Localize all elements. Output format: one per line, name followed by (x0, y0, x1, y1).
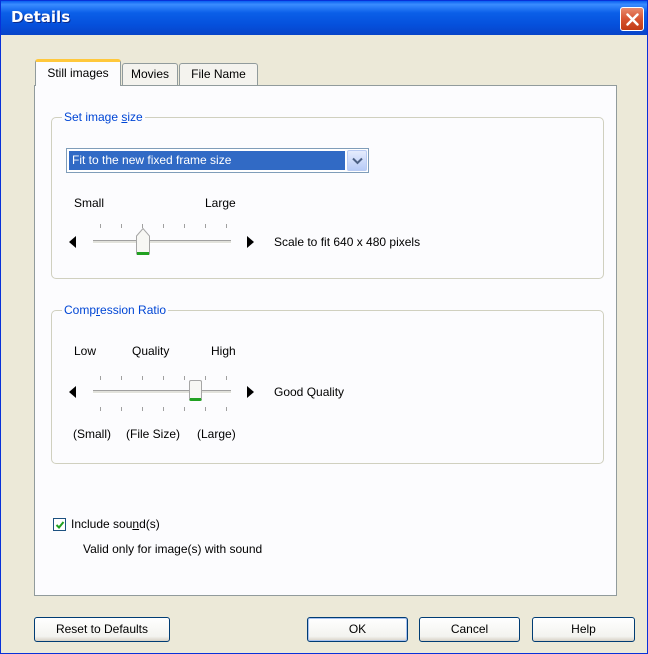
compression-slider-thumb[interactable] (189, 380, 202, 401)
compression-slider-tick (142, 376, 143, 380)
compression-large-label: (Large) (197, 427, 236, 441)
size-slider-tick (100, 224, 101, 228)
compression-slider-track[interactable] (93, 390, 231, 394)
ok-button[interactable]: OK (307, 617, 408, 642)
cancel-button-label: Cancel (450, 622, 489, 636)
tab-movies[interactable]: Movies (122, 63, 178, 85)
compression-slider-tick (226, 407, 227, 411)
close-button[interactable] (620, 7, 644, 31)
tab-file-name-label: File Name (191, 67, 246, 81)
compression-group-label: Compression Ratio (62, 303, 169, 317)
title-bar[interactable]: Details (1, 1, 647, 35)
compression-high-label: High (211, 344, 236, 358)
size-increase-arrow-icon[interactable] (247, 236, 254, 248)
tab-still-images[interactable]: Still images (35, 59, 121, 86)
compression-slider-tick (121, 407, 122, 411)
compression-decrease-arrow-icon[interactable] (69, 386, 76, 398)
compression-slider-tick (163, 407, 164, 411)
compression-slider-value: Good Quality (274, 385, 345, 399)
close-icon (626, 13, 639, 26)
size-slider-thumb[interactable] (135, 227, 151, 260)
details-dialog: Details Still images Movies File Name Se… (0, 0, 648, 654)
help-button[interactable]: Help (532, 617, 635, 642)
tab-movies-label: Movies (130, 67, 169, 81)
compression-slider-tick (226, 376, 227, 380)
include-sound-checkbox[interactable] (53, 518, 66, 531)
compression-quality-label: Quality (132, 344, 170, 358)
compression-slider-tick (184, 376, 185, 380)
checkmark-icon (55, 521, 65, 529)
compression-slider-tick (100, 407, 101, 411)
compression-slider-tick (205, 376, 206, 380)
size-slider-min-label: Small (74, 196, 105, 210)
slider-thumb-icon (136, 227, 150, 255)
compression-increase-arrow-icon[interactable] (247, 386, 254, 398)
ok-button-label: OK (348, 622, 367, 636)
size-slider-track[interactable] (93, 240, 231, 244)
tab-still-images-label: Still images (47, 66, 109, 80)
image-size-dropdown-value: Fit to the new fixed frame size (69, 151, 345, 170)
compression-low-label: Low (74, 344, 97, 358)
size-slider-value: Scale to fit 640 x 480 pixels (274, 235, 421, 249)
size-slider-tick (226, 224, 227, 228)
size-slider-tick (205, 224, 206, 228)
include-sound-label[interactable]: Include sound(s) (71, 517, 160, 531)
tab-file-name[interactable]: File Name (179, 63, 258, 85)
compression-slider-tick (100, 376, 101, 380)
window-title: Details (11, 8, 71, 26)
compression-slider-tick (142, 407, 143, 411)
size-slider-tick (184, 224, 185, 228)
size-slider-tick (163, 224, 164, 228)
size-slider-tick (121, 224, 122, 228)
compression-slider-tick (163, 376, 164, 380)
image-size-group: Set image size (51, 110, 604, 279)
compression-slider-tick (121, 376, 122, 380)
compression-slider-tick (184, 407, 185, 411)
chevron-down-icon (352, 157, 363, 165)
help-button-label: Help (571, 622, 596, 636)
image-size-group-label: Set image size (62, 110, 145, 124)
size-slider-max-label: Large (205, 196, 236, 210)
compression-file-size-label: (File Size) (126, 427, 181, 441)
cancel-button[interactable]: Cancel (419, 617, 520, 642)
image-size-dropdown[interactable]: Fit to the new fixed frame size (66, 148, 369, 173)
compression-small-label: (Small) (73, 427, 111, 441)
include-sound-note: Valid only for image(s) with sound (83, 542, 263, 556)
dropdown-arrow-button[interactable] (347, 150, 367, 171)
reset-to-defaults-button[interactable]: Reset to Defaults (34, 617, 170, 642)
reset-button-label: Reset to Defaults (55, 622, 149, 636)
compression-slider-tick (205, 407, 206, 411)
size-decrease-arrow-icon[interactable] (69, 236, 76, 248)
